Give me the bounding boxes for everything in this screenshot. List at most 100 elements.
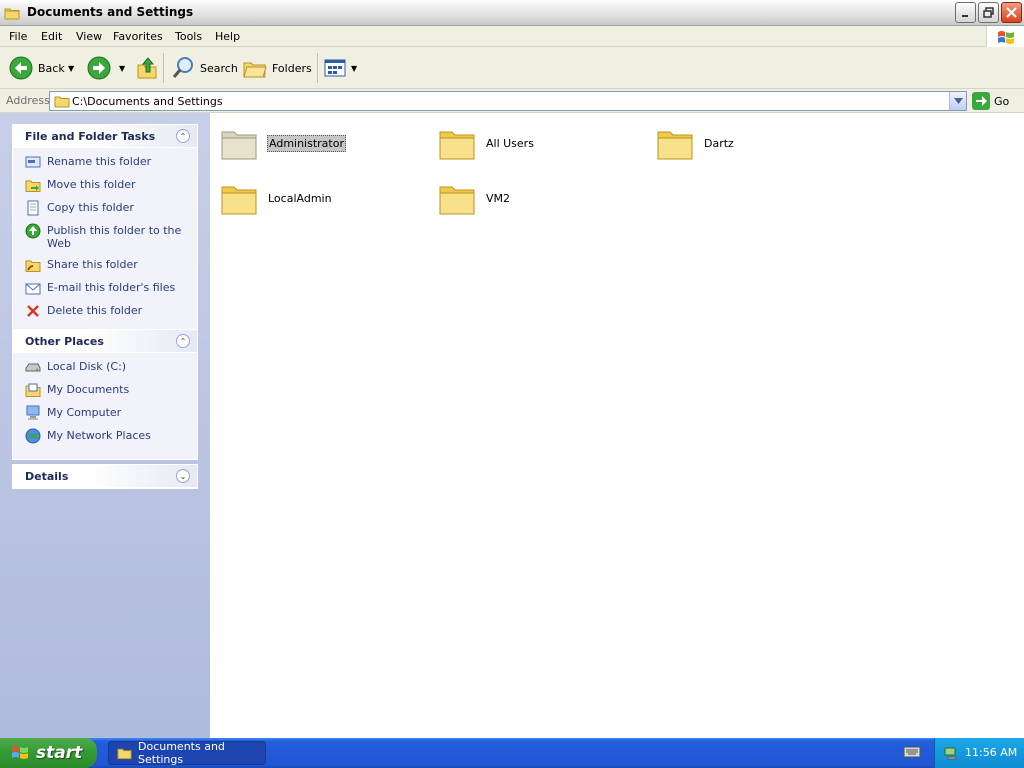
address-bar: Address C:\Documents and Settings Go xyxy=(0,89,1024,113)
folder-item-administrator[interactable]: Administrator xyxy=(220,124,346,162)
panel-title: Details xyxy=(25,470,69,483)
address-label: Address xyxy=(6,94,50,107)
folder-label: Administrator xyxy=(267,134,346,152)
other-places-panel: Other Places ⌃ Local Disk (C:) My Docume… xyxy=(12,329,198,460)
folder-icon xyxy=(657,131,693,160)
menu-view[interactable]: View xyxy=(76,30,102,43)
windows-logo-icon xyxy=(986,26,1024,47)
folder-item-dartz[interactable]: Dartz xyxy=(656,124,735,162)
up-folder-icon xyxy=(137,57,157,79)
views-dropdown-icon: ▼ xyxy=(351,63,358,73)
place-local-disk[interactable]: Local Disk (C:) xyxy=(25,359,197,375)
task-publish-web[interactable]: Publish this folder to the Web xyxy=(25,223,197,250)
delete-icon xyxy=(27,305,39,317)
email-icon xyxy=(25,283,41,295)
panel-header[interactable]: Other Places ⌃ xyxy=(13,330,197,353)
back-button[interactable]: Back xyxy=(9,55,65,81)
place-my-documents[interactable]: My Documents xyxy=(25,382,197,398)
taskbar-window-button[interactable]: Documents and Settings xyxy=(108,740,266,766)
folder-icon xyxy=(221,186,257,215)
task-move-folder[interactable]: Move this folder xyxy=(25,177,197,193)
my-computer-icon xyxy=(26,405,40,420)
back-dropdown-icon[interactable]: ▼ xyxy=(68,55,74,81)
address-value: C:\Documents and Settings xyxy=(72,95,223,108)
clock: 11:56 AM xyxy=(965,746,1018,759)
up-folder-button[interactable] xyxy=(136,55,158,81)
toolbar: Back ▼ ▼ Search Folders ▼ xyxy=(0,47,1024,89)
folder-icon xyxy=(221,131,257,160)
keyboard-icon[interactable] xyxy=(903,745,921,762)
address-input[interactable]: C:\Documents and Settings xyxy=(49,91,967,111)
start-button[interactable]: start xyxy=(0,738,97,768)
folder-icon xyxy=(439,131,475,160)
panel-header[interactable]: File and Folder Tasks ⌃ xyxy=(13,125,197,148)
collapse-icon[interactable]: ⌃ xyxy=(176,334,190,348)
close-button[interactable] xyxy=(1001,2,1022,23)
folder-icon xyxy=(439,186,475,215)
panel-title: Other Places xyxy=(25,335,104,348)
menu-edit[interactable]: Edit xyxy=(41,30,62,43)
menu-tools[interactable]: Tools xyxy=(175,30,202,43)
details-panel: Details ⌄ xyxy=(12,464,198,489)
folder-icon xyxy=(4,6,20,23)
expand-icon[interactable]: ⌄ xyxy=(176,469,190,483)
views-button[interactable]: ▼ xyxy=(324,55,357,81)
folder-label: VM2 xyxy=(486,191,511,205)
back-label: Back xyxy=(38,61,65,75)
folder-icon xyxy=(117,748,132,760)
network-tray-icon[interactable] xyxy=(943,745,959,764)
folders-button[interactable]: Folders xyxy=(243,55,312,81)
my-documents-icon xyxy=(25,383,41,397)
back-arrow-icon xyxy=(9,56,33,80)
task-share-folder[interactable]: Share this folder xyxy=(25,257,197,273)
folder-label: LocalAdmin xyxy=(268,191,332,205)
file-folder-tasks-panel: File and Folder Tasks ⌃ Rename this fold… xyxy=(12,124,198,335)
views-icon xyxy=(324,59,346,77)
task-pane: File and Folder Tasks ⌃ Rename this fold… xyxy=(0,113,210,738)
forward-arrow-icon xyxy=(87,56,111,80)
folder-icon xyxy=(54,95,70,111)
folder-item-all-users[interactable]: All Users xyxy=(438,124,535,162)
menu-favorites[interactable]: Favorites xyxy=(113,30,163,43)
search-icon xyxy=(172,57,193,78)
toolbar-separator xyxy=(317,53,318,83)
menu-file[interactable]: File xyxy=(9,30,27,43)
collapse-icon[interactable]: ⌃ xyxy=(176,129,190,143)
local-disk-icon xyxy=(25,363,41,372)
move-icon xyxy=(25,180,41,192)
panel-header[interactable]: Details ⌄ xyxy=(13,465,197,488)
toolbar-separator xyxy=(163,53,164,83)
panel-title: File and Folder Tasks xyxy=(25,130,156,143)
place-network-places[interactable]: My Network Places xyxy=(25,428,197,444)
minimize-button[interactable] xyxy=(955,2,976,23)
window-title: Documents and Settings xyxy=(27,5,194,19)
restore-button[interactable] xyxy=(978,2,999,23)
address-dropdown-icon[interactable] xyxy=(949,92,966,110)
folders-icon xyxy=(243,62,267,78)
go-button[interactable]: Go xyxy=(972,92,1009,110)
task-copy-folder[interactable]: Copy this folder xyxy=(25,200,197,216)
start-label: start xyxy=(36,743,83,763)
folder-view: Administrator All Users Dartz LocalAdmin… xyxy=(210,113,1024,738)
search-button[interactable]: Search xyxy=(171,55,238,81)
rename-icon xyxy=(25,156,41,168)
menu-bar: File Edit View Favorites Tools Help xyxy=(0,26,1024,47)
forward-dropdown-icon[interactable]: ▼ xyxy=(119,55,125,81)
menu-help[interactable]: Help xyxy=(215,30,240,43)
folder-item-localadmin[interactable]: LocalAdmin xyxy=(220,179,333,217)
publish-web-icon xyxy=(25,223,41,239)
taskbar-window-label: Documents and Settings xyxy=(138,740,225,766)
go-arrow-icon xyxy=(972,92,990,110)
go-label: Go xyxy=(994,94,1010,108)
share-icon xyxy=(25,260,41,272)
task-rename-folder[interactable]: Rename this folder xyxy=(25,154,197,170)
windows-logo-icon xyxy=(12,746,28,759)
task-delete-folder[interactable]: Delete this folder xyxy=(25,303,197,319)
search-label: Search xyxy=(200,61,238,75)
forward-button[interactable] xyxy=(87,55,111,81)
task-email-files[interactable]: E-mail this folder's files xyxy=(25,280,197,296)
folder-item-vm2[interactable]: VM2 xyxy=(438,179,511,217)
copy-icon xyxy=(27,200,39,216)
place-my-computer[interactable]: My Computer xyxy=(25,405,197,421)
folder-label: All Users xyxy=(486,136,534,150)
